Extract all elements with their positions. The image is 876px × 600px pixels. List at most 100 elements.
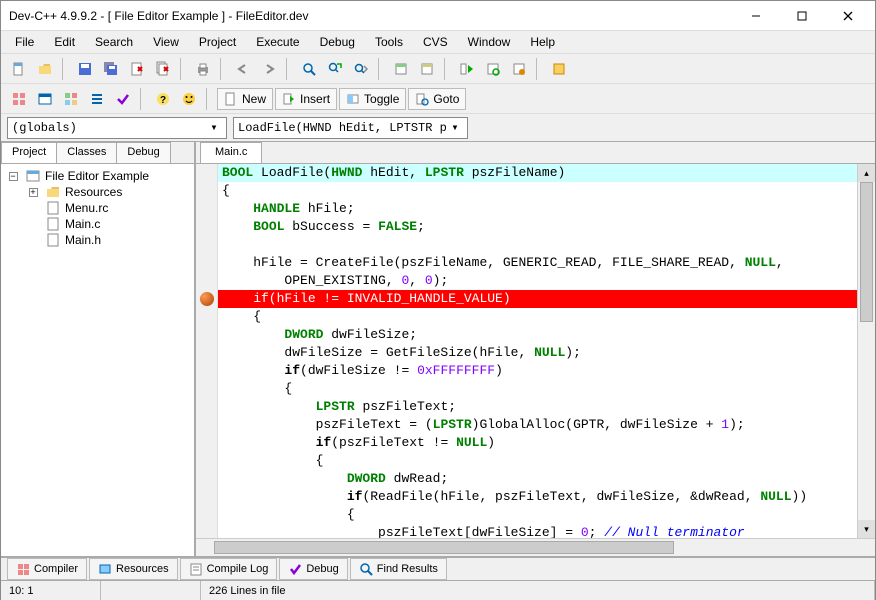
- open-icon[interactable]: [33, 58, 57, 80]
- bottom-tab-resources[interactable]: Resources: [89, 558, 178, 580]
- symbol-dropdown[interactable]: LoadFile(HWND hEdit, LPTSTR psz ▾: [233, 117, 468, 139]
- undo-icon[interactable]: [231, 58, 255, 80]
- menubar: FileEditSearchViewProjectExecuteDebugToo…: [1, 31, 875, 53]
- breakpoint-icon[interactable]: [200, 292, 214, 306]
- replace-icon[interactable]: [323, 58, 347, 80]
- tree-file-label: Main.c: [65, 217, 100, 231]
- tab-icon: [16, 562, 30, 576]
- tab-icon: [189, 562, 203, 576]
- window-icon[interactable]: [33, 88, 57, 110]
- left-tab-classes[interactable]: Classes: [56, 142, 117, 163]
- insert-button[interactable]: Insert: [275, 88, 337, 110]
- bottom-tab-compile-log[interactable]: Compile Log: [180, 558, 278, 580]
- file-tab-main-c[interactable]: Main.c: [200, 142, 262, 163]
- tree-folder[interactable]: + Resources: [5, 184, 190, 200]
- save-all-icon[interactable]: [99, 58, 123, 80]
- dropdown-row: (globals) ▾ LoadFile(HWND hEdit, LPTSTR …: [1, 114, 875, 142]
- close-all-icon[interactable]: [151, 58, 175, 80]
- new-button[interactable]: New: [217, 88, 273, 110]
- hscroll-thumb[interactable]: [214, 541, 674, 554]
- output-tabs: CompilerResourcesCompile LogDebugFind Re…: [1, 556, 875, 580]
- file-icon: [45, 201, 61, 215]
- left-tab-debug[interactable]: Debug: [116, 142, 170, 163]
- rebuild-icon[interactable]: [481, 58, 505, 80]
- menu-execute[interactable]: Execute: [246, 32, 309, 52]
- redo-icon[interactable]: [257, 58, 281, 80]
- tree-file-label: Menu.rc: [65, 201, 108, 215]
- debug-icon[interactable]: [507, 58, 531, 80]
- grid-icon-1[interactable]: [7, 88, 31, 110]
- horizontal-scrollbar[interactable]: [196, 538, 875, 556]
- chevron-down-icon: ▾: [206, 120, 222, 135]
- project-panel: ProjectClassesDebug − File Editor Exampl…: [1, 142, 196, 556]
- print-icon[interactable]: [191, 58, 215, 80]
- tab-icon: [98, 562, 112, 576]
- menu-debug[interactable]: Debug: [310, 32, 365, 52]
- file-tabs: Main.c: [196, 142, 875, 164]
- minimize-button[interactable]: [733, 2, 779, 30]
- new-project-icon[interactable]: [7, 58, 31, 80]
- goto-label: Goto: [433, 92, 459, 106]
- statusbar: 10: 1 226 Lines in file: [1, 580, 875, 600]
- tree-root-label: File Editor Example: [45, 169, 149, 183]
- help-icon[interactable]: ?: [151, 88, 175, 110]
- code-editor[interactable]: BOOL LoadFile(HWND hEdit, LPSTR pszFileN…: [218, 164, 857, 538]
- tree-root[interactable]: − File Editor Example: [5, 168, 190, 184]
- run-icon[interactable]: [415, 58, 439, 80]
- insert-label: Insert: [300, 92, 330, 106]
- bottom-tab-debug[interactable]: Debug: [279, 558, 347, 580]
- maximize-button[interactable]: [779, 2, 825, 30]
- toggle-label: Toggle: [364, 92, 399, 106]
- compile-run-icon[interactable]: [455, 58, 479, 80]
- menu-search[interactable]: Search: [85, 32, 143, 52]
- menu-view[interactable]: View: [143, 32, 189, 52]
- menu-help[interactable]: Help: [520, 32, 565, 52]
- save-icon[interactable]: [73, 58, 97, 80]
- tree-file[interactable]: Menu.rc: [5, 200, 190, 216]
- scroll-thumb[interactable]: [860, 182, 873, 322]
- vertical-scrollbar[interactable]: ▴ ▾: [857, 164, 875, 538]
- new-label: New: [242, 92, 266, 106]
- window-title: Dev-C++ 4.9.9.2 - [ File Editor Example …: [9, 9, 733, 23]
- profile-icon[interactable]: [547, 58, 571, 80]
- status-spacer: [101, 581, 201, 600]
- check-icon[interactable]: [111, 88, 135, 110]
- menu-file[interactable]: File: [5, 32, 44, 52]
- menu-tools[interactable]: Tools: [365, 32, 413, 52]
- scroll-up-icon[interactable]: ▴: [858, 164, 875, 182]
- bottom-tab-find-results[interactable]: Find Results: [350, 558, 447, 580]
- toggle-button[interactable]: Toggle: [339, 88, 406, 110]
- about-icon[interactable]: [177, 88, 201, 110]
- tree-file-label: Main.h: [65, 233, 101, 247]
- bottom-tab-compiler[interactable]: Compiler: [7, 558, 87, 580]
- collapse-icon[interactable]: −: [9, 172, 18, 181]
- tree-file[interactable]: Main.c: [5, 216, 190, 232]
- editor-gutter[interactable]: [196, 164, 218, 538]
- line-count: 226 Lines in file: [201, 581, 875, 600]
- folder-icon: [45, 185, 61, 199]
- menu-cvs[interactable]: CVS: [413, 32, 458, 52]
- close-button[interactable]: [825, 2, 871, 30]
- goto-button[interactable]: Goto: [408, 88, 466, 110]
- toolbar-row-2: ? New Insert Toggle Goto: [1, 84, 875, 114]
- tree-file[interactable]: Main.h: [5, 232, 190, 248]
- scope-dropdown[interactable]: (globals) ▾: [7, 117, 227, 139]
- expand-icon[interactable]: +: [29, 188, 38, 197]
- left-tab-project[interactable]: Project: [1, 142, 57, 163]
- symbol-value: LoadFile(HWND hEdit, LPTSTR psz: [238, 121, 447, 135]
- scroll-down-icon[interactable]: ▾: [858, 520, 875, 538]
- find-icon[interactable]: [297, 58, 321, 80]
- project-tree[interactable]: − File Editor Example + Resources Menu.r…: [1, 164, 194, 556]
- close-file-icon[interactable]: [125, 58, 149, 80]
- menu-edit[interactable]: Edit: [44, 32, 85, 52]
- project-tabs: ProjectClassesDebug: [1, 142, 194, 164]
- tab-icon: [359, 562, 373, 576]
- menu-project[interactable]: Project: [189, 32, 246, 52]
- find-next-icon[interactable]: [349, 58, 373, 80]
- scope-value: (globals): [12, 121, 206, 135]
- list-icon[interactable]: [85, 88, 109, 110]
- menu-window[interactable]: Window: [458, 32, 521, 52]
- grid-icon-2[interactable]: [59, 88, 83, 110]
- compile-icon[interactable]: [389, 58, 413, 80]
- file-icon: [45, 233, 61, 247]
